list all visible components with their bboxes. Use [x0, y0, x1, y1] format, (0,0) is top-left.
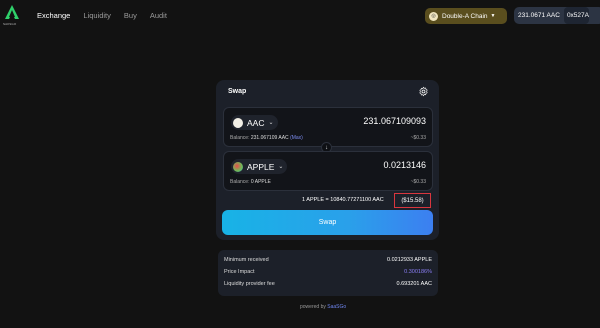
- swap-button[interactable]: Swap: [222, 210, 433, 235]
- to-token-selector[interactable]: APPLE ⌄: [231, 159, 288, 174]
- chain-icon: ◎: [429, 11, 438, 21]
- gear-icon[interactable]: [418, 86, 429, 97]
- from-balance-value: 231.067109 AAC: [250, 135, 289, 141]
- nav-liquidity[interactable]: Liquidity: [83, 11, 111, 20]
- chevron-down-icon: ▼: [490, 13, 496, 19]
- to-token-symbol: APPLE: [247, 161, 275, 172]
- swap-card: Swap AAC ⌄ 231.067109093 Balance: 231.06…: [216, 80, 439, 240]
- swap-title: Swap: [228, 88, 247, 95]
- from-token-selector[interactable]: AAC ⌄: [231, 115, 278, 130]
- aac-token-icon: [233, 117, 243, 128]
- from-token-box: AAC ⌄ 231.067109093 Balance: 231.067109 …: [223, 107, 433, 147]
- from-balance: Balance: 231.067109 AAC (Max): [230, 135, 303, 141]
- to-token-box: APPLE ⌄ 0.0213146 Balance: 0 APPLE ~$0.3…: [223, 151, 433, 191]
- from-amount-input[interactable]: 231.067109093: [363, 116, 426, 126]
- exchange-rate: 1 APPLE = 10840.77271100 AAC: [302, 197, 384, 203]
- detail-label: Liquidity provider fee: [224, 281, 275, 287]
- minimum-received-row: Minimum received 0.0212933 APPLE: [224, 257, 432, 263]
- logo-icon: [5, 5, 19, 19]
- price-impact-row: Price Impact 0.300186%: [224, 269, 432, 275]
- powered-by: powered by SaaSGo: [300, 304, 346, 310]
- main-nav: Exchange Liquidity Buy Audit: [37, 11, 180, 20]
- powered-by-brand-link[interactable]: SaaSGo: [327, 304, 346, 310]
- from-balance-label: Balance:: [230, 135, 250, 141]
- detail-value: 0.300186%: [404, 269, 432, 275]
- chain-selector[interactable]: ◎ Double-A Chain ▼: [425, 8, 507, 24]
- to-usd-value: ~$0.33: [410, 179, 426, 185]
- nav-exchange[interactable]: Exchange: [37, 11, 70, 20]
- apple-token-icon: [233, 161, 243, 172]
- chevron-down-icon: ⌄: [278, 164, 284, 170]
- liquidity-fee-row: Liquidity provider fee 0.693201 AAC: [224, 281, 432, 287]
- to-balance-label: Balance:: [230, 179, 250, 185]
- rate-usd-value: ($15.58): [394, 193, 431, 208]
- from-token-symbol: AAC: [247, 117, 265, 128]
- account-balance: 231.0671 AAC: [518, 12, 560, 19]
- to-balance-value: 0 APPLE: [250, 179, 271, 185]
- powered-by-prefix: powered by: [300, 304, 326, 310]
- chevron-down-icon: ⌄: [268, 120, 274, 126]
- account-button[interactable]: 231.0671 AAC 0x527A: [514, 7, 600, 24]
- arrow-down-icon: ↓: [325, 144, 328, 151]
- to-amount-input[interactable]: 0.0213146: [383, 160, 426, 170]
- max-button[interactable]: (Max): [290, 135, 303, 141]
- top-bar: SAKSGO Exchange Liquidity Buy Audit ◎ Do…: [0, 0, 600, 32]
- logo-text: SAKSGO: [3, 22, 17, 26]
- detail-label: Minimum received: [224, 257, 269, 263]
- chain-name: Double-A Chain: [442, 12, 488, 20]
- account-address: 0x527A: [563, 7, 589, 24]
- detail-label: Price Impact: [224, 269, 255, 275]
- to-balance: Balance: 0 APPLE: [230, 179, 271, 185]
- swap-details-card: Minimum received 0.0212933 APPLE Price I…: [218, 250, 438, 296]
- nav-buy[interactable]: Buy: [124, 11, 137, 20]
- detail-value: 0.693201 AAC: [396, 281, 432, 287]
- from-usd-value: ~$0.33: [410, 135, 426, 141]
- detail-value: 0.0212933 APPLE: [387, 257, 432, 263]
- nav-audit[interactable]: Audit: [150, 11, 167, 20]
